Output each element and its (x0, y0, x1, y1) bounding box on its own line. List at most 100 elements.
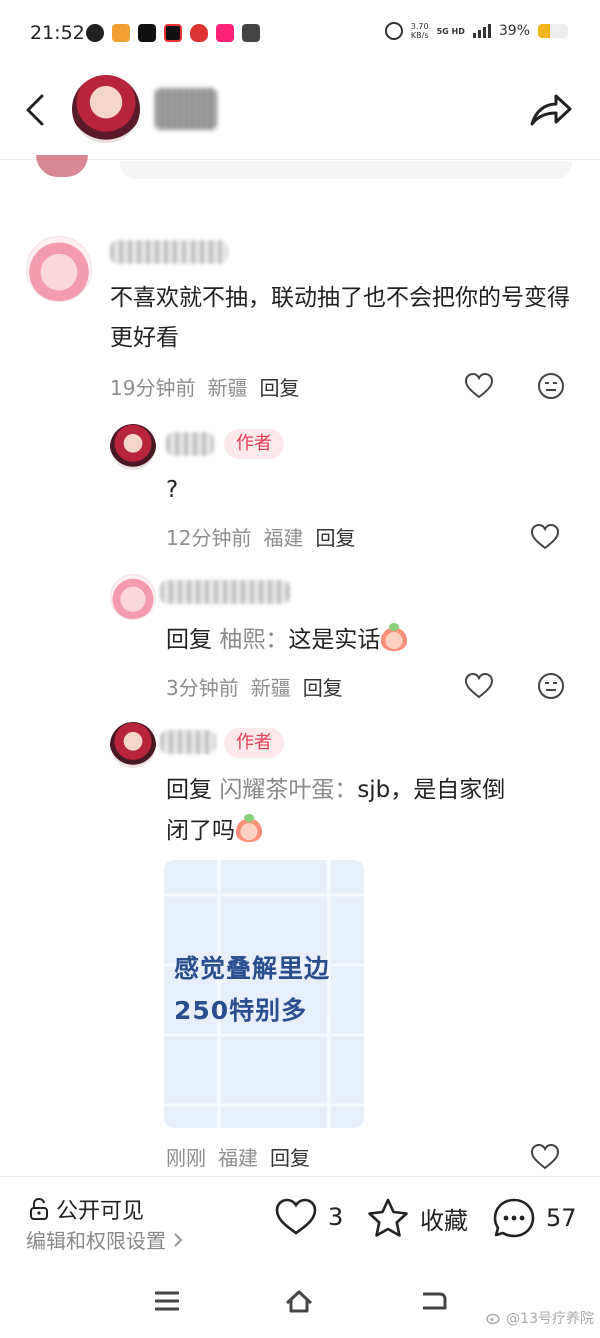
visibility-label: 公开可见 (56, 1199, 145, 1224)
notification-icons (86, 24, 260, 42)
permission-settings[interactable]: 编辑和权限设置 (26, 1225, 184, 1254)
battery-text: 39% (498, 23, 530, 39)
network-speed-value: 3.70 (410, 22, 429, 31)
reply-button[interactable]: 回复 (315, 522, 355, 551)
heart-icon[interactable] (530, 522, 560, 552)
comment-text-line: 闭了吗 (166, 811, 263, 851)
weibo-icon (486, 1313, 500, 1325)
image-text-line: 感觉叠解里边 (174, 954, 331, 983)
telegram-icon (242, 24, 260, 42)
reply-button[interactable]: 回复 (259, 372, 299, 401)
heart-icon[interactable] (464, 671, 494, 701)
comment-text-line: 回复 闪耀茶叶蛋：sjb，是自家倒 (166, 770, 576, 810)
comment-count: 57 (546, 1204, 577, 1232)
comment-action[interactable]: 57 (492, 1197, 577, 1239)
share-arrow-icon (530, 94, 572, 126)
avatar[interactable] (110, 722, 156, 768)
bottom-action-bar: 公开可见 编辑和权限设置 3 收藏 57 (0, 1176, 600, 1266)
status-right: 3.70 KB/s 5G HD 39% (384, 22, 568, 40)
comment-text-line: 回复 柚熙：这是实话 (166, 620, 566, 660)
post-author-avatar[interactable] (72, 75, 140, 143)
comment-meta: 3分钟前 新疆 回复 (166, 672, 343, 701)
chevron-left-icon (26, 94, 44, 126)
previous-comment-remnant (0, 155, 600, 179)
battery-icon (538, 24, 568, 38)
like-action[interactable]: 3 (274, 1197, 343, 1237)
like-count: 3 (328, 1203, 344, 1231)
heart-icon[interactable] (530, 1142, 560, 1172)
crying-emoji-icon (380, 623, 409, 651)
reply-prefix: 回复 (166, 777, 212, 803)
heart-icon (275, 1198, 317, 1235)
comment-location: 新疆 (250, 676, 291, 700)
network-speed-unit: KB/s (410, 31, 429, 40)
comment-text: 闭了吗 (166, 818, 235, 844)
comment-time: 刚刚 (166, 1146, 206, 1170)
unlock-icon (30, 1197, 48, 1220)
neutral-face-icon[interactable] (536, 371, 566, 401)
comment-meta: 12分钟前 福建 回复 (166, 522, 355, 551)
comment-location: 新疆 (207, 376, 248, 400)
avatar (36, 155, 88, 177)
author-tag: 作者 (224, 429, 284, 459)
avatar[interactable] (26, 236, 92, 302)
comment-meta: 刚刚 福建 回复 (166, 1142, 310, 1171)
watermark: @13号疗养院 (486, 1308, 594, 1328)
comment-bubble-icon (493, 1198, 535, 1238)
chevron-right-icon (174, 1232, 183, 1247)
back-button[interactable] (18, 90, 58, 130)
comment-image[interactable]: 感觉叠解里边 250特别多 (164, 860, 364, 1128)
app-notification-icon (138, 24, 156, 42)
share-button[interactable] (528, 90, 574, 130)
crying-emoji-icon (235, 814, 263, 842)
username-blurred[interactable] (160, 730, 216, 754)
star-icon (368, 1198, 408, 1237)
network-type: 5G HD (436, 26, 465, 36)
status-bar: 21:52 3.70 KB/s 5G HD 39% (0, 0, 600, 70)
app-notification-icon (86, 24, 104, 42)
favorite-label: 收藏 (420, 1206, 468, 1235)
username-blurred[interactable] (110, 240, 228, 264)
home-icon[interactable] (284, 1286, 314, 1316)
image-text: 感觉叠解里边 250特别多 (174, 948, 330, 1032)
reply-button[interactable]: 回复 (270, 1142, 310, 1171)
comment-text: 不喜欢就不抽，联动抽了也不会把你的号变得更好看 (110, 285, 570, 351)
content-box (120, 161, 572, 179)
avatar[interactable] (110, 574, 156, 620)
system-nav-bar: @13号疗养院 (0, 1266, 600, 1338)
comment-text: sjb，是自家倒 (357, 777, 506, 803)
comment-time: 12分钟前 (166, 526, 252, 550)
favorite-action[interactable]: 收藏 (366, 1197, 468, 1239)
menu-icon[interactable] (152, 1286, 182, 1316)
image-text-line: 250特别多 (174, 996, 308, 1025)
app-notification-icon (112, 24, 130, 42)
username-blurred[interactable] (166, 432, 214, 456)
alarm-icon (384, 22, 403, 40)
comment-time: 19分钟前 (110, 376, 196, 400)
comment-time: 3分钟前 (166, 676, 239, 700)
app-notification-icon (216, 24, 234, 42)
comment-location: 福建 (218, 1146, 258, 1170)
heart-icon[interactable] (464, 371, 494, 401)
post-author-name-blurred[interactable] (155, 88, 217, 130)
comment-location: 福建 (263, 526, 304, 550)
top-nav (0, 70, 600, 160)
avatar[interactable] (110, 424, 156, 470)
comment-text: 这是实话 (288, 627, 381, 653)
comment-meta: 19分钟前 新疆 回复 (110, 372, 299, 401)
reply-target[interactable]: 闪耀茶叶蛋： (219, 777, 357, 803)
author-tag: 作者 (224, 728, 284, 758)
network-speed: 3.70 KB/s (411, 22, 429, 40)
watermark-text: @13号疗养院 (506, 1311, 594, 1327)
visibility-status[interactable]: 公开可见 (28, 1193, 144, 1225)
comment-text: ? (166, 477, 179, 503)
reply-button[interactable]: 回复 (303, 672, 343, 701)
back-nav-icon[interactable] (418, 1286, 448, 1316)
username-blurred[interactable] (160, 580, 290, 604)
reply-prefix: 回复 (166, 627, 212, 653)
reply-target[interactable]: 柚熙： (219, 627, 288, 653)
weibo-icon (190, 24, 208, 42)
neutral-face-icon[interactable] (536, 671, 566, 701)
video-app-icon (164, 24, 182, 42)
status-time: 21:52 (30, 22, 85, 44)
